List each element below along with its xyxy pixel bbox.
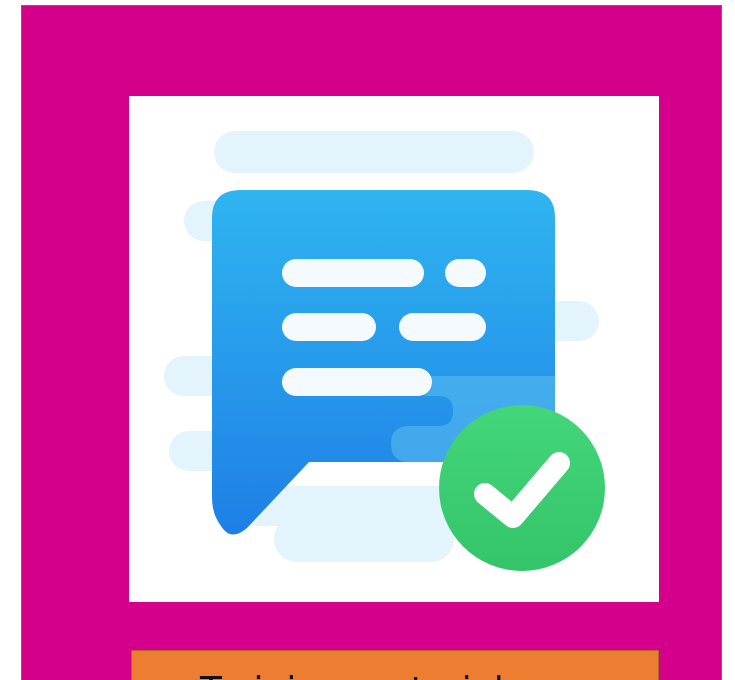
icon-panel: [129, 96, 659, 602]
check-badge-icon: [439, 405, 605, 571]
slide-frame: Training material: [21, 5, 722, 680]
caption-banner: Training material: [131, 650, 659, 680]
chat-bubble-with-check-icon: [164, 131, 605, 571]
caption-text: Training material: [200, 671, 504, 680]
